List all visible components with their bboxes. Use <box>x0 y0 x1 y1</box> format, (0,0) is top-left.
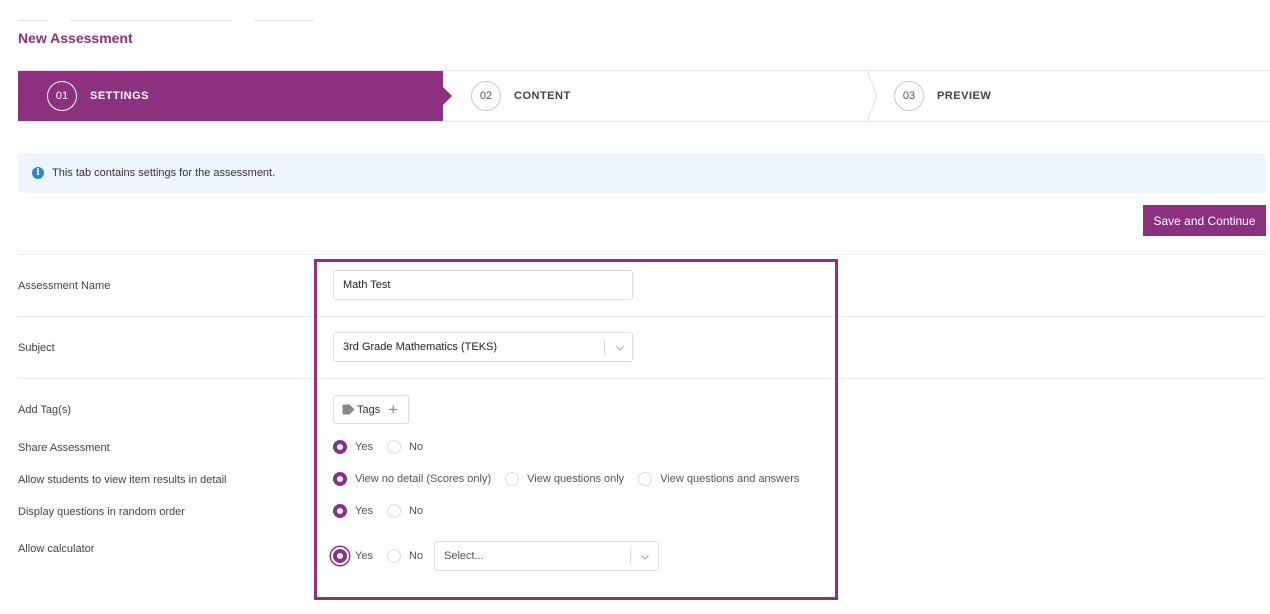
share-no-radio[interactable] <box>386 440 401 454</box>
subject-value: 3rd Grade Mathematics (TEKS) <box>343 341 498 353</box>
random-order-radio-group: Yes No <box>333 504 437 518</box>
step-settings[interactable]: 01 SETTINGS <box>18 71 452 121</box>
step-content[interactable]: 02 CONTENT <box>471 71 571 121</box>
radio-label: No <box>408 441 424 453</box>
step-preview[interactable]: 03 PREVIEW <box>894 71 991 121</box>
calculator-yes-radio[interactable] <box>333 549 347 563</box>
add-tags-button[interactable]: Tags + <box>333 395 409 424</box>
calculator-radio-group: Yes No <box>333 549 429 563</box>
tags-button-label: Tags <box>357 403 381 416</box>
chevron-down-icon <box>616 346 624 351</box>
allow-calculator-label: Allow calculator <box>18 543 95 555</box>
add-tags-label: Add Tag(s) <box>18 404 71 416</box>
view-questions-answers-radio[interactable] <box>638 472 653 486</box>
step-number: 01 <box>47 81 77 111</box>
share-assessment-radio-group: Yes No <box>333 440 437 454</box>
info-text: This tab contains settings for the asses… <box>52 167 276 179</box>
divider <box>18 316 1266 317</box>
subject-label: Subject <box>18 342 55 354</box>
step-number: 03 <box>894 81 924 111</box>
subject-select[interactable]: 3rd Grade Mathematics (TEKS) <box>333 332 633 362</box>
tag-icon <box>342 404 355 415</box>
select-separator <box>604 340 605 355</box>
radio-label: Yes <box>355 505 373 517</box>
plus-icon: + <box>388 400 399 419</box>
divider <box>18 254 1266 255</box>
top-nav-remnant <box>18 20 318 22</box>
step-number: 02 <box>471 81 501 111</box>
divider <box>18 378 1266 379</box>
calculator-select-placeholder: Select... <box>444 550 484 562</box>
random-yes-radio[interactable] <box>333 504 347 518</box>
step-label: PREVIEW <box>937 90 992 102</box>
info-icon: i <box>32 167 44 179</box>
chevron-right-icon <box>866 71 878 121</box>
page-title: New Assessment <box>18 30 133 46</box>
assessment-name-label: Assessment Name <box>18 280 111 292</box>
radio-label: Yes <box>355 441 373 453</box>
step-label: SETTINGS <box>90 90 150 102</box>
share-yes-radio[interactable] <box>333 440 347 454</box>
view-no-detail-radio[interactable] <box>333 472 347 486</box>
radio-label: No <box>408 550 424 562</box>
assessment-name-input[interactable] <box>333 270 633 300</box>
radio-label: View questions only <box>527 473 625 485</box>
info-banner: i This tab contains settings for the ass… <box>18 153 1266 193</box>
radio-label: View questions and answers <box>660 473 800 485</box>
chevron-down-icon <box>641 555 649 560</box>
stepper: 01 SETTINGS 02 CONTENT 03 PREVIEW <box>18 70 1270 122</box>
step-label: CONTENT <box>514 90 571 102</box>
calculator-type-select[interactable]: Select... <box>434 541 659 571</box>
view-questions-only-radio[interactable] <box>505 472 520 486</box>
radio-label: No <box>408 505 424 517</box>
save-and-continue-button[interactable]: Save and Continue <box>1143 205 1266 236</box>
radio-label: View no detail (Scores only) <box>355 473 492 485</box>
radio-label: Yes <box>355 550 373 562</box>
select-separator <box>630 549 631 564</box>
random-no-radio[interactable] <box>386 504 401 518</box>
view-results-radio-group: View no detail (Scores only) View questi… <box>333 472 813 486</box>
view-results-label: Allow students to view item results in d… <box>18 474 227 486</box>
share-assessment-label: Share Assessment <box>18 442 110 454</box>
calculator-no-radio[interactable] <box>386 549 401 563</box>
random-order-label: Display questions in random order <box>18 506 185 518</box>
